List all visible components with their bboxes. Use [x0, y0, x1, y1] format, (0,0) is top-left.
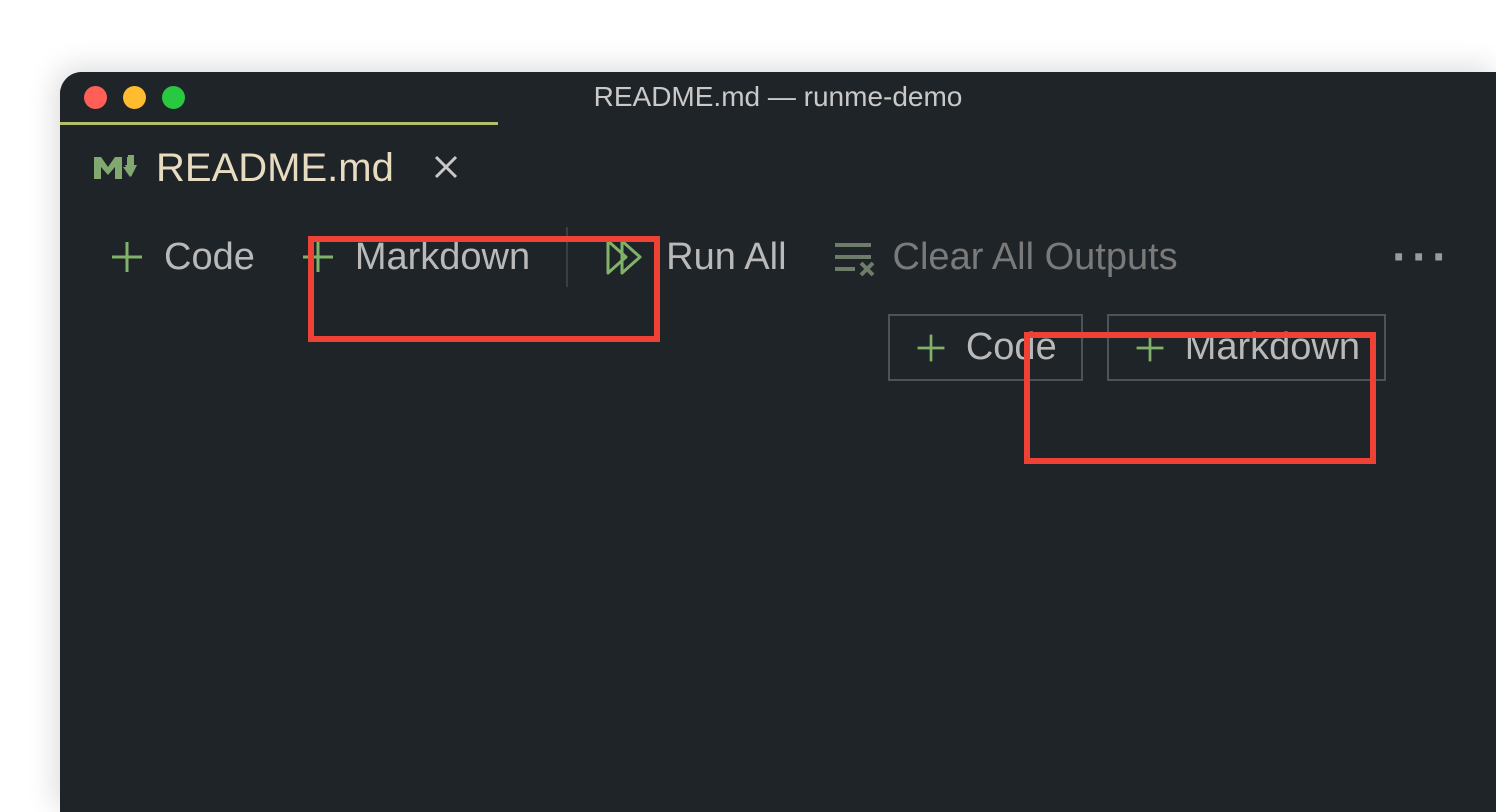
markdown-file-icon — [92, 151, 138, 187]
add-code-button[interactable]: Code — [86, 228, 277, 287]
traffic-lights — [60, 86, 185, 109]
window-title: README.md — runme-demo — [594, 81, 963, 113]
add-markdown-button[interactable]: Markdown — [277, 228, 552, 287]
tab-readme[interactable]: README.md — [60, 122, 498, 212]
titlebar: README.md — runme-demo — [60, 72, 1496, 122]
clear-outputs-icon — [831, 237, 875, 277]
plus-icon — [299, 238, 337, 276]
maximize-window-button[interactable] — [162, 86, 185, 109]
plus-icon — [1133, 331, 1167, 365]
tab-bar: README.md — [60, 122, 1496, 212]
clear-outputs-label: Clear All Outputs — [893, 236, 1178, 279]
run-all-icon — [604, 237, 648, 277]
insert-code-cell-button[interactable]: Code — [888, 314, 1083, 381]
tab-label: README.md — [156, 146, 394, 191]
run-all-button[interactable]: Run All — [582, 228, 808, 287]
more-actions-button[interactable]: ··· — [1374, 230, 1470, 285]
add-markdown-label: Markdown — [355, 236, 530, 279]
add-code-label: Code — [164, 236, 255, 279]
toolbar-divider — [566, 227, 568, 287]
insert-markdown-label: Markdown — [1185, 326, 1360, 369]
insert-markdown-cell-button[interactable]: Markdown — [1107, 314, 1386, 381]
insert-code-label: Code — [966, 326, 1057, 369]
notebook-toolbar: Code Markdown Run All — [60, 212, 1496, 302]
plus-icon — [914, 331, 948, 365]
minimize-window-button[interactable] — [123, 86, 146, 109]
plus-icon — [108, 238, 146, 276]
add-cell-row: Code Markdown — [60, 302, 1496, 381]
editor-window: README.md — runme-demo README.md — [60, 72, 1496, 812]
run-all-label: Run All — [666, 236, 786, 279]
close-tab-icon[interactable] — [422, 146, 470, 192]
clear-outputs-button[interactable]: Clear All Outputs — [809, 228, 1200, 287]
close-window-button[interactable] — [84, 86, 107, 109]
